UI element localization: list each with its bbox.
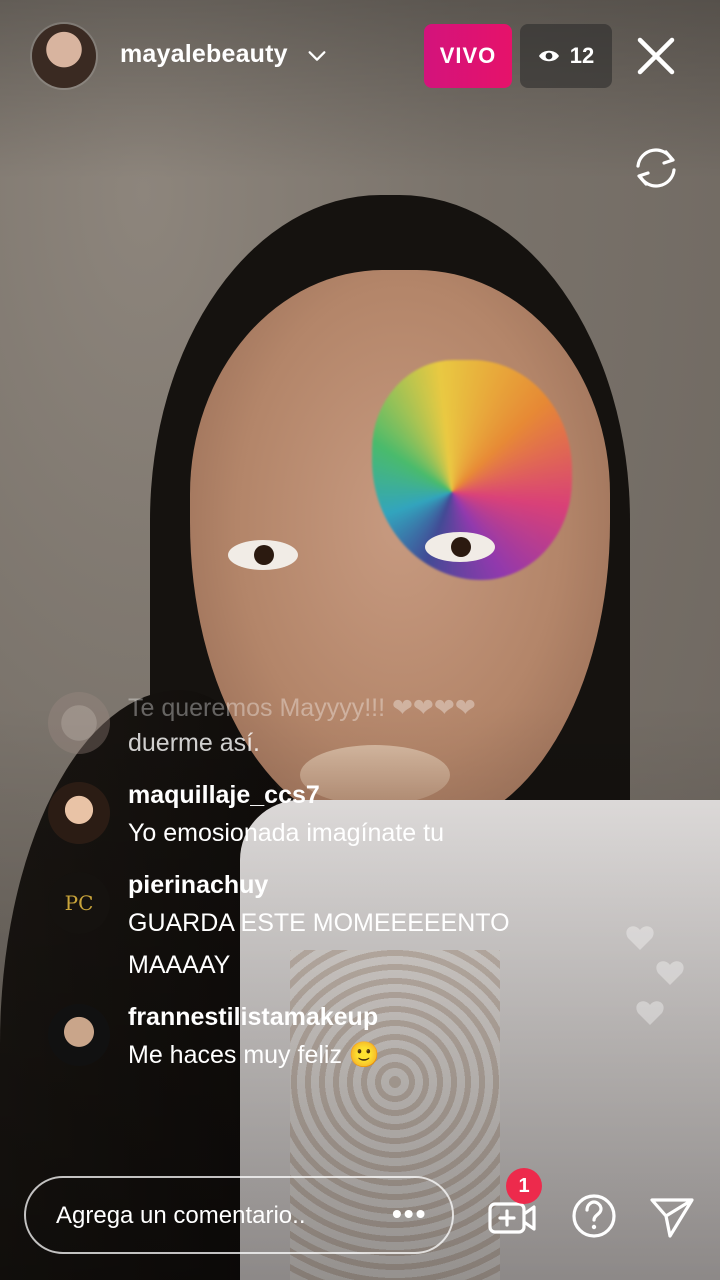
host-avatar[interactable] [32, 24, 96, 88]
comment-text: Yo emosionada imagínate tu [128, 819, 444, 847]
send-icon[interactable] [646, 1190, 698, 1242]
close-icon[interactable] [632, 32, 680, 80]
live-badge-label: VIVO [439, 43, 497, 68]
question-icon[interactable] [568, 1190, 620, 1242]
live-header: mayalebeauty VIVO 12 [0, 0, 720, 110]
host-username[interactable]: mayalebeauty [120, 40, 288, 69]
comment-item: PC pierinachuy GUARDA ESTE MOMEEEEENTO M… [48, 868, 608, 986]
comment-item: maquillaje_ccs7 Yo emosionada imagínate … [48, 778, 608, 854]
more-options-button[interactable]: ••• [392, 1198, 427, 1230]
notification-badge: 1 [506, 1168, 542, 1204]
comment-avatar[interactable]: PC [48, 872, 110, 934]
comment-text: duerme así. [128, 729, 261, 757]
comment-text: Me haces muy feliz 🙂 [128, 1041, 381, 1069]
live-comments-feed: Te queremos Mayyyy!!! ❤❤❤❤ duerme así. m… [48, 688, 608, 1090]
chevron-down-icon[interactable] [306, 45, 328, 67]
comment-item: frannestilistamakeup Me haces muy feliz … [48, 1000, 608, 1076]
comment-username[interactable]: pierinachuy [128, 868, 608, 902]
comment-placeholder: Agrega un comentario.. [56, 1202, 306, 1229]
viewer-count-pill[interactable]: 12 [520, 24, 612, 88]
switch-camera-icon[interactable] [628, 140, 684, 196]
eye-icon [538, 50, 559, 62]
live-badge: VIVO [424, 24, 512, 88]
comment-avatar[interactable] [48, 1004, 110, 1066]
floating-hearts-icon [626, 926, 684, 1025]
comment-username[interactable]: frannestilistamakeup [128, 1000, 608, 1034]
comment-text: GUARDA ESTE MOMEEEEENTO MAAAAY [128, 909, 510, 979]
comment-item: duerme así. [48, 722, 608, 764]
comment-username[interactable]: maquillaje_ccs7 [128, 778, 608, 812]
viewer-count: 12 [569, 43, 595, 68]
comment-input[interactable]: Agrega un comentario.. ••• [24, 1176, 454, 1254]
comment-avatar[interactable] [48, 782, 110, 844]
